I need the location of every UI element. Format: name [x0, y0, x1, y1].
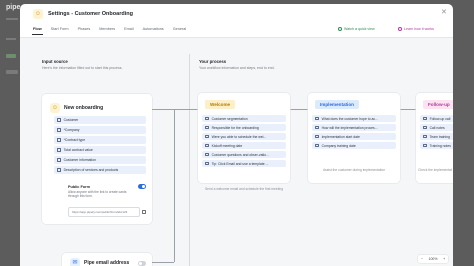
connector-line — [290, 109, 308, 110]
background-line — [6, 38, 16, 40]
field-icon — [57, 128, 61, 132]
learn-label: Learn how it works — [404, 27, 434, 31]
zoom-control: − 100% + — [418, 255, 448, 263]
phase-title: Implementation — [315, 100, 359, 109]
app-icon: ☺ — [33, 9, 43, 19]
public-form-description: Allow anyone with the link to create car… — [68, 190, 127, 199]
public-form-url[interactable]: https://app.pipefy.com/public/form/abc12… — [68, 207, 140, 217]
tab-phases[interactable]: Phases — [78, 26, 91, 36]
field-icon — [205, 116, 209, 121]
background-line — [6, 18, 18, 20]
input-source-title: Input source — [42, 59, 68, 64]
phase-field[interactable]: Call notes — [420, 124, 453, 131]
field-icon — [205, 125, 209, 130]
settings-modal: ☺ Settings - Customer Onboarding ✕ Flow … — [20, 4, 453, 266]
field-icon — [423, 125, 427, 130]
phase-field[interactable]: Responsible for the onboarding — [202, 124, 286, 131]
field-icon — [57, 138, 61, 142]
modal-header: ☺ Settings - Customer Onboarding ✕ — [20, 4, 453, 24]
phase-field[interactable]: Follow-up call — [420, 115, 453, 122]
zoom-out-button[interactable]: − — [421, 257, 423, 261]
quick-view-link[interactable]: Watch a quick view — [338, 27, 375, 31]
phase-field[interactable]: How will the implementation proces... — [312, 124, 396, 131]
field-icon — [423, 116, 427, 121]
zoom-in-button[interactable]: + — [443, 257, 445, 261]
learn-link[interactable]: Learn how it works — [398, 27, 434, 31]
phase-title: Follow-up — [423, 100, 453, 109]
connector-line — [400, 109, 416, 110]
field-icon — [57, 168, 61, 172]
pipe-email-toggle[interactable] — [138, 261, 146, 266]
pipe-email-card[interactable]: ✉ Pipe email address — [62, 253, 152, 266]
start-form-field[interactable]: Customer information — [54, 156, 146, 164]
tab-bar: Flow Start Form Phases Members Email Aut… — [32, 26, 195, 36]
start-form-field[interactable]: Customer — [54, 116, 146, 124]
start-form-title: New onboarding — [64, 105, 104, 111]
start-form-field[interactable]: *Company — [54, 126, 146, 134]
quick-view-label: Watch a quick view — [344, 27, 375, 31]
field-icon — [57, 118, 61, 122]
app-icon: ☺ — [50, 103, 60, 113]
tab-start-form[interactable]: Start Form — [51, 26, 69, 36]
field-icon — [423, 134, 427, 139]
background-pill — [6, 70, 18, 74]
tab-flow[interactable]: Flow — [32, 26, 43, 36]
background-logo: pipe — [6, 4, 21, 11]
connector-line — [152, 109, 198, 110]
public-form-toggle[interactable] — [138, 184, 146, 189]
tab-automations[interactable]: Automations — [143, 26, 164, 36]
field-icon — [205, 143, 209, 148]
field-icon — [205, 152, 209, 157]
pipe-email-header: ✉ Pipe email address — [70, 258, 129, 266]
field-icon — [315, 125, 319, 130]
phase-field[interactable]: Were you able to schedule the wel... — [202, 133, 286, 140]
tab-members[interactable]: Members — [99, 26, 115, 36]
field-icon — [315, 116, 319, 121]
field-icon — [205, 161, 209, 166]
phase-field[interactable]: Customer segmentation — [202, 115, 286, 122]
play-icon — [338, 27, 342, 31]
phase-field[interactable]: What does the customer hope to ac... — [312, 115, 396, 122]
connector-line — [174, 109, 175, 262]
phase-card-welcome[interactable]: Welcome Customer segmentation Responsibl… — [198, 93, 290, 183]
public-form-title: Public Form — [68, 185, 90, 189]
tab-general[interactable]: General — [173, 26, 187, 36]
process-title: Your process — [199, 59, 227, 64]
email-icon: ✉ — [70, 258, 80, 266]
start-form-field[interactable]: Description of services and products — [54, 166, 146, 174]
section-divider — [189, 54, 190, 266]
phase-field[interactable]: Company training date — [312, 142, 396, 149]
close-icon[interactable]: ✕ — [441, 9, 447, 16]
field-icon — [57, 148, 61, 152]
help-icon — [398, 27, 402, 31]
phase-caption: Send a welcome email and schedule the fi… — [204, 187, 284, 191]
start-form-header: ☺ New onboarding — [50, 103, 103, 113]
tab-email[interactable]: Email — [124, 26, 134, 36]
copy-icon[interactable] — [142, 210, 146, 214]
phase-field[interactable]: Tip: Click Email and use a template ... — [202, 160, 286, 167]
process-subtitle: Your workflow information and steps, end… — [199, 66, 275, 70]
phase-field[interactable]: Kickoff meeting date — [202, 142, 286, 149]
input-source-subtitle: Here's the information filled out to sta… — [42, 66, 123, 70]
connector-line — [152, 262, 174, 263]
field-icon — [315, 134, 319, 139]
phase-title: Welcome — [205, 100, 236, 109]
modal-title: Settings - Customer Onboarding — [48, 11, 133, 17]
field-icon — [423, 143, 427, 148]
start-form-field[interactable]: *Contract type — [54, 136, 146, 144]
phase-caption: Check the implementation status and sche… — [418, 168, 452, 172]
zoom-level: 100% — [428, 257, 438, 261]
start-form-field[interactable]: Total contract value — [54, 146, 146, 154]
phase-field[interactable]: Customer questions and obser-vatio... — [202, 151, 286, 158]
phase-field[interactable]: Training notes — [420, 142, 453, 149]
phase-field[interactable]: Team training — [420, 133, 453, 140]
phase-field[interactable]: Implementation start date — [312, 133, 396, 140]
background-pill — [6, 54, 16, 58]
phase-caption: Assist the customer during implementatio… — [322, 168, 386, 172]
field-icon — [57, 158, 61, 162]
pipe-email-title: Pipe email address — [84, 260, 130, 266]
field-icon — [205, 134, 209, 139]
field-icon — [315, 143, 319, 148]
